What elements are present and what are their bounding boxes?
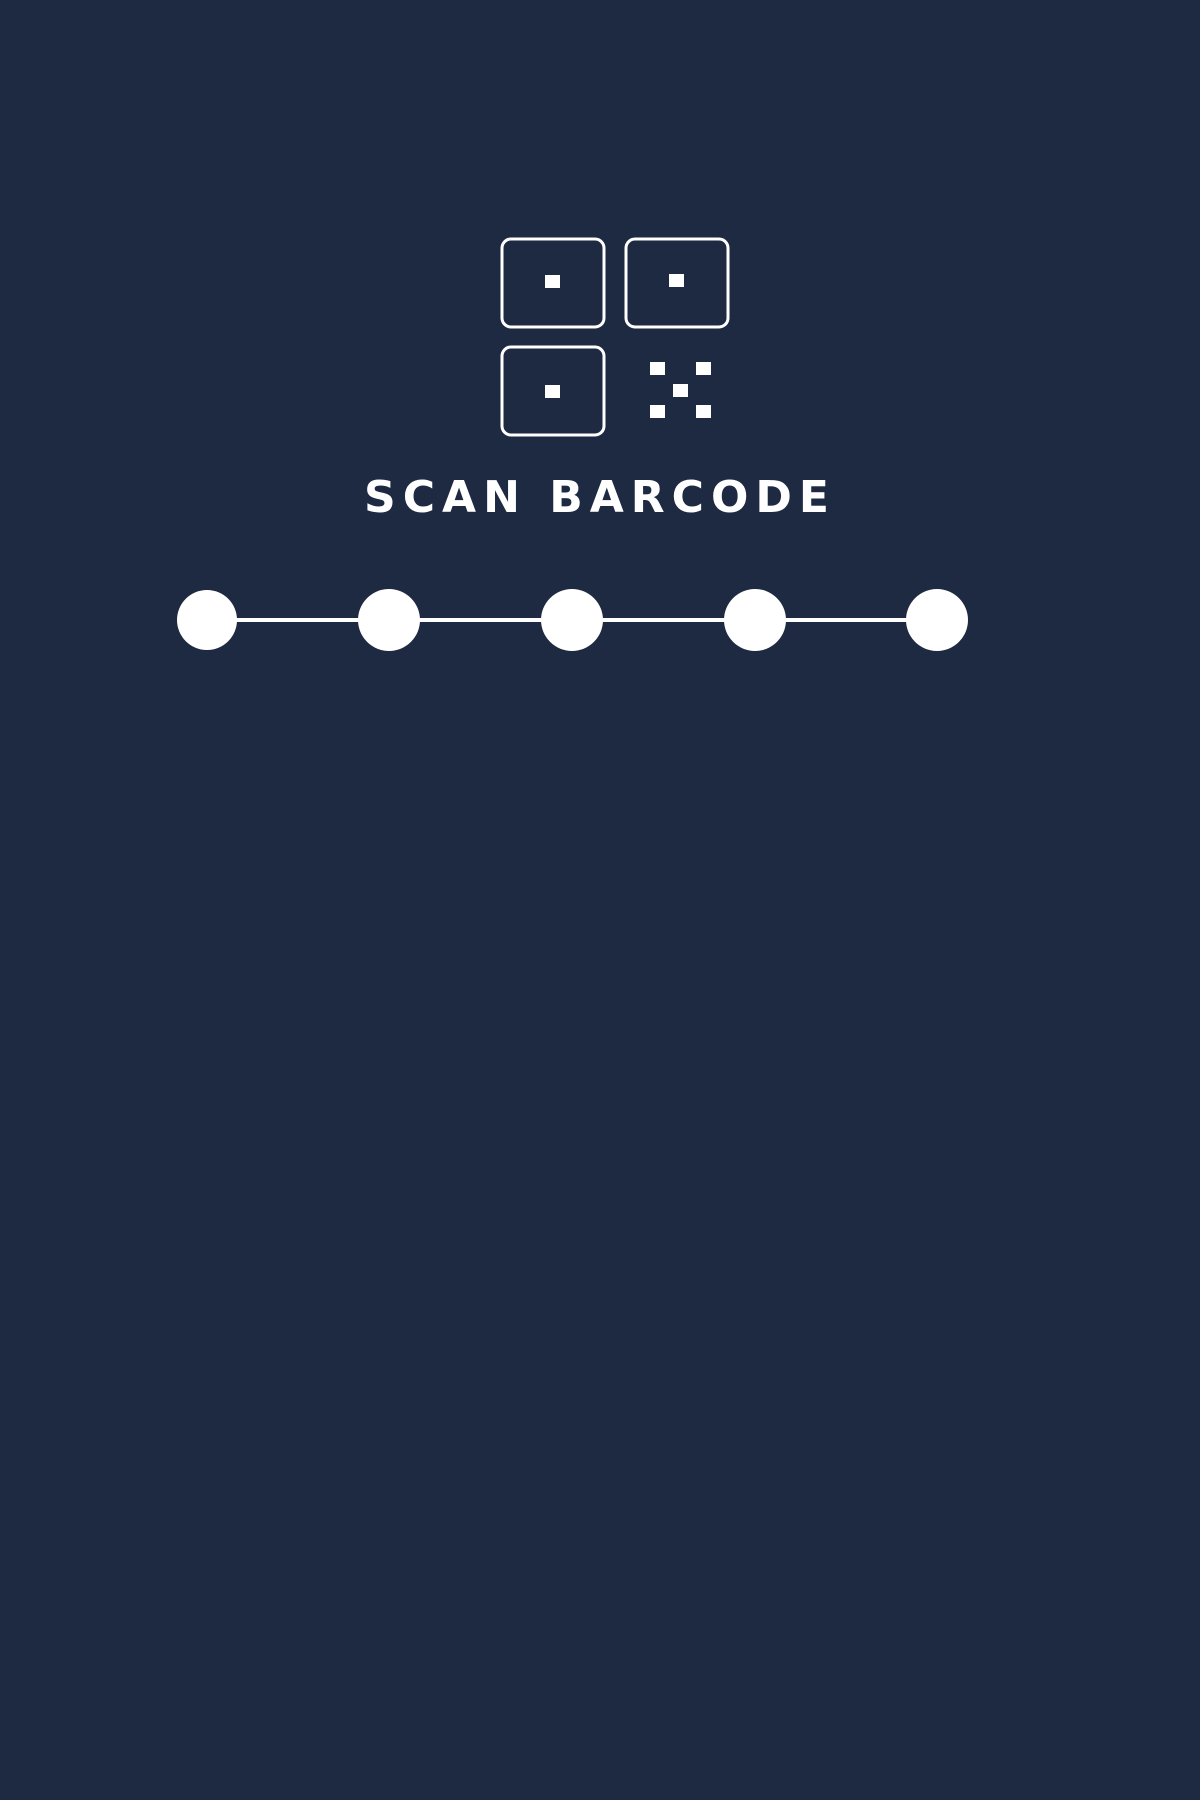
scan-screen: SCAN BARCODE (0, 0, 1200, 1800)
step-4-dot (724, 589, 786, 651)
step-1-dot (177, 590, 237, 650)
progress-stepper (170, 585, 980, 655)
page-title: SCAN BARCODE (364, 472, 836, 523)
qr-code-icon[interactable] (498, 235, 734, 441)
step-2-dot (358, 589, 420, 651)
step-5-dot (906, 589, 968, 651)
step-3-dot (541, 589, 603, 651)
